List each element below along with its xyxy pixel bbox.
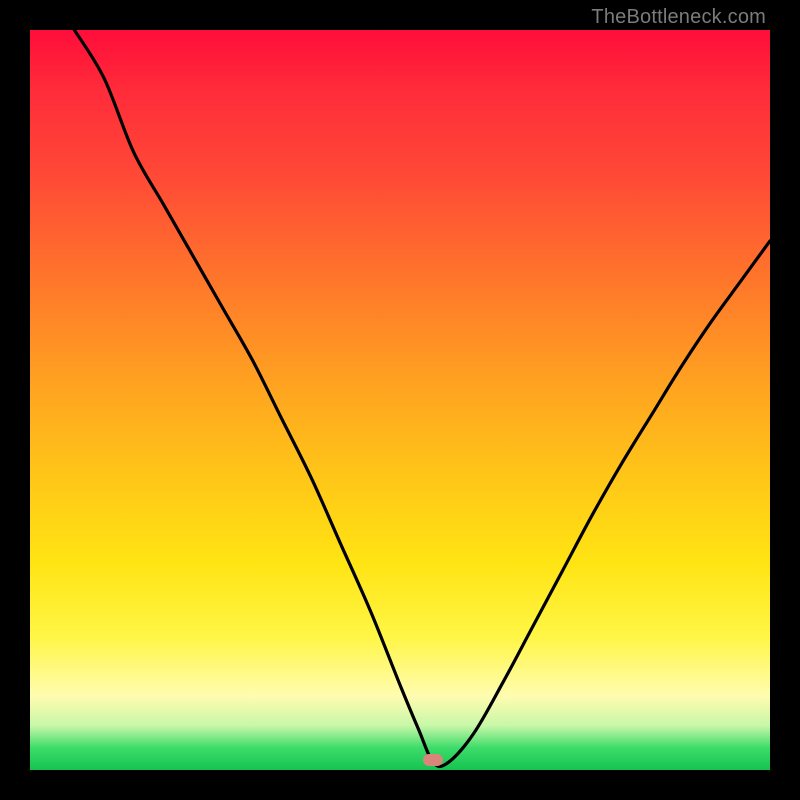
watermark-text: TheBottleneck.com — [591, 6, 766, 29]
chart-frame: TheBottleneck.com — [0, 0, 800, 800]
optimum-marker — [423, 754, 443, 766]
bottleneck-curve — [30, 30, 770, 770]
plot-area — [30, 30, 770, 770]
curve-path — [74, 30, 770, 767]
